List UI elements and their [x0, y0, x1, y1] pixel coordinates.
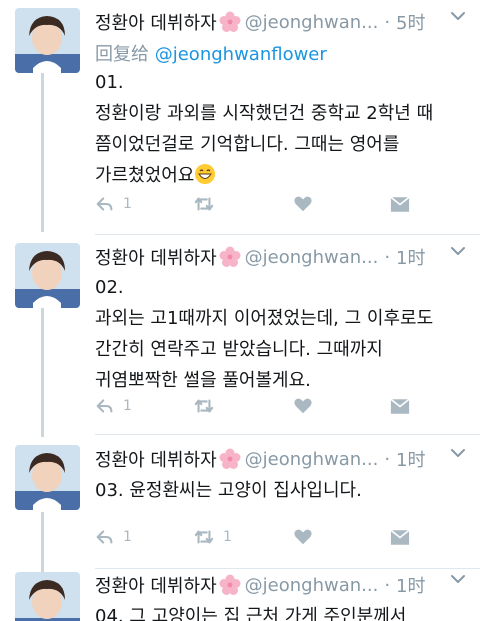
chevron-down-icon[interactable] [450, 243, 466, 259]
timestamp: 1时 [396, 576, 426, 597]
like-button[interactable] [293, 394, 321, 418]
display-name[interactable]: 정환아 데뷔하자 [95, 9, 217, 35]
retweet-icon [194, 530, 214, 544]
user-handle[interactable]: @jeonghwan... [245, 12, 379, 33]
timestamp: 1时 [396, 248, 426, 269]
tweet-actions: 1 [95, 394, 415, 418]
cherry-blossom-icon [219, 574, 241, 596]
direct-message-button[interactable] [390, 525, 410, 549]
heart-icon [294, 529, 312, 545]
tweet[interactable]: 정환아 데뷔하자 @jeonghwan... · 1时 04. 그 고양이는 집… [0, 569, 480, 621]
envelope-icon [390, 398, 410, 414]
retweet-button[interactable]: 1 [193, 525, 232, 549]
reply-button[interactable]: 1 [95, 525, 132, 549]
tweet-text: 01. 정환이랑 과외를 시작했던건 중학교 2학년 때 쯤이었던걸로 기억합니… [95, 67, 467, 191]
reply-icon [96, 197, 113, 211]
display-name[interactable]: 정환아 데뷔하자 [95, 572, 217, 598]
heart-icon [294, 398, 312, 414]
reply-count: 1 [123, 529, 132, 545]
timestamp: 1时 [396, 450, 426, 471]
avatar[interactable] [15, 572, 80, 621]
tweet-header: 정환아 데뷔하자 @jeonghwan... · 1时 [95, 443, 465, 475]
user-handle[interactable]: @jeonghwan... [245, 247, 379, 268]
avatar[interactable] [15, 243, 80, 308]
tweet[interactable]: 정환아 데뷔하자 @jeonghwan... · 1时 02. 과외는 고1때까… [0, 235, 480, 435]
envelope-icon [390, 529, 410, 545]
reply-count: 1 [123, 398, 132, 414]
like-button[interactable] [293, 192, 321, 216]
user-handle[interactable]: @jeonghwan... [245, 575, 379, 596]
grinning-face-emoji [195, 164, 216, 184]
reply-button[interactable]: 1 [95, 192, 132, 216]
tweet-header: 정환아 데뷔하자 @jeonghwan... · 1时 [95, 241, 465, 273]
tweet[interactable]: 정환아 데뷔하자 @jeonghwan... · 5时 回复给 @jeonghw… [0, 0, 480, 235]
reply-count: 1 [123, 196, 132, 212]
reply-button[interactable]: 1 [95, 394, 132, 418]
tweet-header: 정환아 데뷔하자 @jeonghwan... · 1时 [95, 569, 465, 601]
retweet-count: 1 [223, 529, 232, 545]
retweet-icon [194, 399, 214, 413]
separator-dot: · [384, 574, 391, 596]
separator-dot: · [384, 246, 391, 268]
reply-mention-link[interactable]: @jeonghwanflower [155, 44, 327, 65]
reply-icon [96, 399, 113, 413]
display-name[interactable]: 정환아 데뷔하자 [95, 446, 217, 472]
cherry-blossom-icon [219, 11, 241, 33]
separator-dot: · [384, 11, 391, 33]
tweet-text: 03. 윤정환씨는 고양이 집사입니다. [95, 480, 362, 501]
retweet-icon [194, 197, 214, 211]
avatar[interactable] [15, 445, 80, 510]
tweet-actions: 1 1 [95, 525, 415, 549]
chevron-down-icon[interactable] [450, 445, 466, 461]
envelope-icon [390, 196, 410, 212]
like-button[interactable] [293, 525, 321, 549]
timestamp: 5时 [396, 13, 426, 34]
user-handle[interactable]: @jeonghwan... [245, 449, 379, 470]
direct-message-button[interactable] [390, 192, 410, 216]
chevron-down-icon[interactable] [450, 571, 466, 587]
reply-icon [96, 530, 113, 544]
display-name[interactable]: 정환아 데뷔하자 [95, 244, 217, 270]
retweet-button[interactable] [193, 394, 223, 418]
tweet-text: 04. 그 고양이는 집 근처 가게 주인분께서 [95, 606, 407, 621]
reply-prefix: 回复给 [95, 44, 149, 65]
separator-dot: · [384, 448, 391, 470]
direct-message-button[interactable] [390, 394, 410, 418]
retweet-button[interactable] [193, 192, 223, 216]
heart-icon [294, 196, 312, 212]
reply-context: 回复给 @jeonghwanflower [95, 40, 327, 66]
cherry-blossom-icon [219, 246, 241, 268]
tweet-text: 02. 과외는 고1때까지 이어졌었는데, 그 이후로도 간간히 연락주고 받았… [95, 277, 434, 391]
tweet-header: 정환아 데뷔하자 @jeonghwan... · 5时 [95, 6, 465, 38]
avatar[interactable] [15, 8, 80, 73]
tweet[interactable]: 정환아 데뷔하자 @jeonghwan... · 1时 03. 윤정환씨는 고양… [0, 435, 480, 569]
cherry-blossom-icon [219, 448, 241, 470]
chevron-down-icon[interactable] [450, 8, 466, 24]
tweet-text-content: 01. 정환이랑 과외를 시작했던건 중학교 2학년 때 쯤이었던걸로 기억합니… [95, 72, 434, 186]
tweet-actions: 1 [95, 192, 415, 216]
